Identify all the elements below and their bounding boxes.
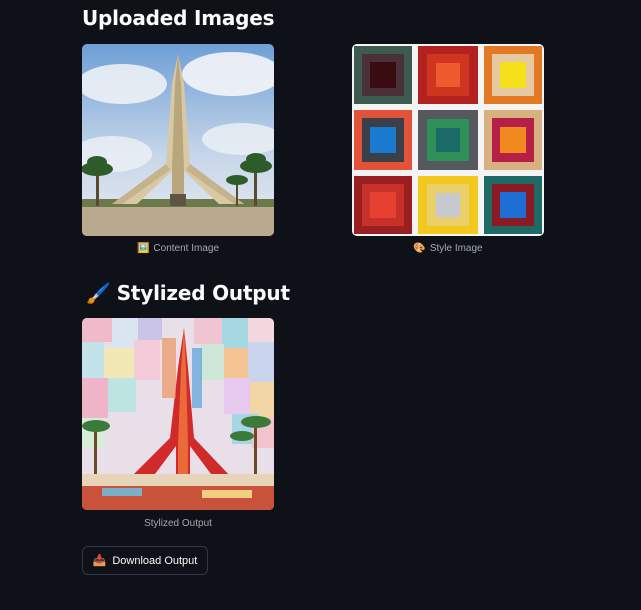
stylized-output-image [82, 318, 274, 510]
palette-icon: 🎨 [413, 243, 426, 254]
download-output-button[interactable]: 📥 Download Output [82, 546, 208, 575]
stylized-output-caption: Stylized Output [144, 518, 212, 529]
content-image [82, 44, 274, 236]
content-image-caption: 🖼️ Content Image [136, 243, 220, 254]
style-image [352, 44, 544, 236]
stylized-output-heading: 🖌️ Stylized Output [86, 281, 290, 305]
uploaded-images-heading: Uploaded Images [82, 6, 275, 30]
framed-picture-icon: 🖼️ [136, 243, 150, 254]
paintbrush-icon: 🖌️ [86, 281, 111, 305]
download-tray-icon: 📥 [92, 555, 107, 567]
style-image-caption: 🎨 Style Image [413, 243, 483, 254]
